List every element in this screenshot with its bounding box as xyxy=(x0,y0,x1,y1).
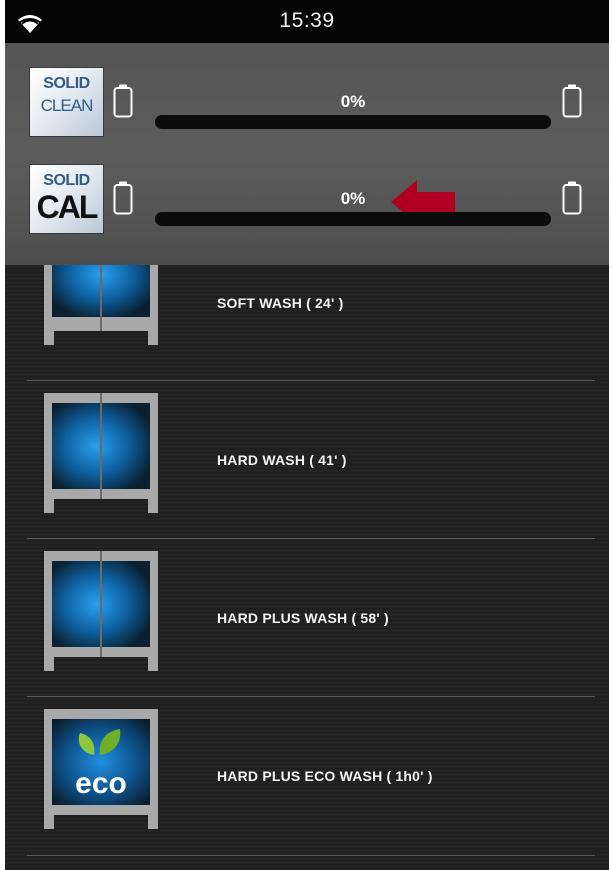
program-hard-plus-eco-wash[interactable]: eco HARD PLUS ECO WASH ( 1h0' ) xyxy=(5,697,609,855)
level-bar xyxy=(155,115,551,129)
logo-bottom-text: CLEAN xyxy=(40,96,94,115)
program-soft-wash[interactable]: SOFT WASH ( 24' ) xyxy=(5,265,609,380)
solid-cal-logo: SOLID CAL xyxy=(29,164,104,234)
dishwasher-icon xyxy=(44,393,158,513)
level-percent: 0% xyxy=(340,92,366,111)
status-bar: 15:39 xyxy=(5,0,609,43)
logo-top-text: SOLID xyxy=(43,172,90,189)
screen: 15:39 SOLID CLEAN 0% SOLID CAL 0% SOFT W… xyxy=(5,0,609,870)
level-percent: 0% xyxy=(340,189,366,208)
logo-top-text: SOLID xyxy=(43,75,90,92)
battery-empty-icon xyxy=(113,84,133,118)
program-list[interactable]: SOFT WASH ( 24' ) HARD WASH ( 41' ) HARD… xyxy=(5,265,609,870)
program-label: HARD WASH ( 41' ) xyxy=(217,452,347,468)
consumable-row-solid-clean: SOLID CLEAN 0% xyxy=(5,63,609,153)
program-label: HARD PLUS ECO WASH ( 1h0' ) xyxy=(217,768,433,784)
clock: 15:39 xyxy=(279,9,335,32)
solid-clean-logo: SOLID CLEAN xyxy=(29,67,104,137)
program-label: HARD PLUS WASH ( 58' ) xyxy=(217,610,389,626)
eco-dishwasher-icon: eco xyxy=(44,709,158,829)
logo-bottom-text: CAL xyxy=(36,189,99,225)
battery-empty-icon xyxy=(562,181,582,215)
level-bar xyxy=(155,212,551,226)
consumable-row-solid-cal: SOLID CAL 0% xyxy=(5,160,609,250)
battery-empty-icon xyxy=(113,181,133,215)
eco-badge: eco xyxy=(75,767,127,800)
program-label: SOFT WASH ( 24' ) xyxy=(217,295,344,311)
dishwasher-icon xyxy=(44,551,158,671)
battery-empty-icon xyxy=(562,84,582,118)
program-hard-plus-wash[interactable]: HARD PLUS WASH ( 58' ) xyxy=(5,539,609,696)
dishwasher-icon xyxy=(44,265,158,345)
divider xyxy=(27,855,595,856)
program-hard-wash[interactable]: HARD WASH ( 41' ) xyxy=(5,381,609,538)
consumables-panel: SOLID CLEAN 0% SOLID CAL 0% xyxy=(5,43,609,265)
